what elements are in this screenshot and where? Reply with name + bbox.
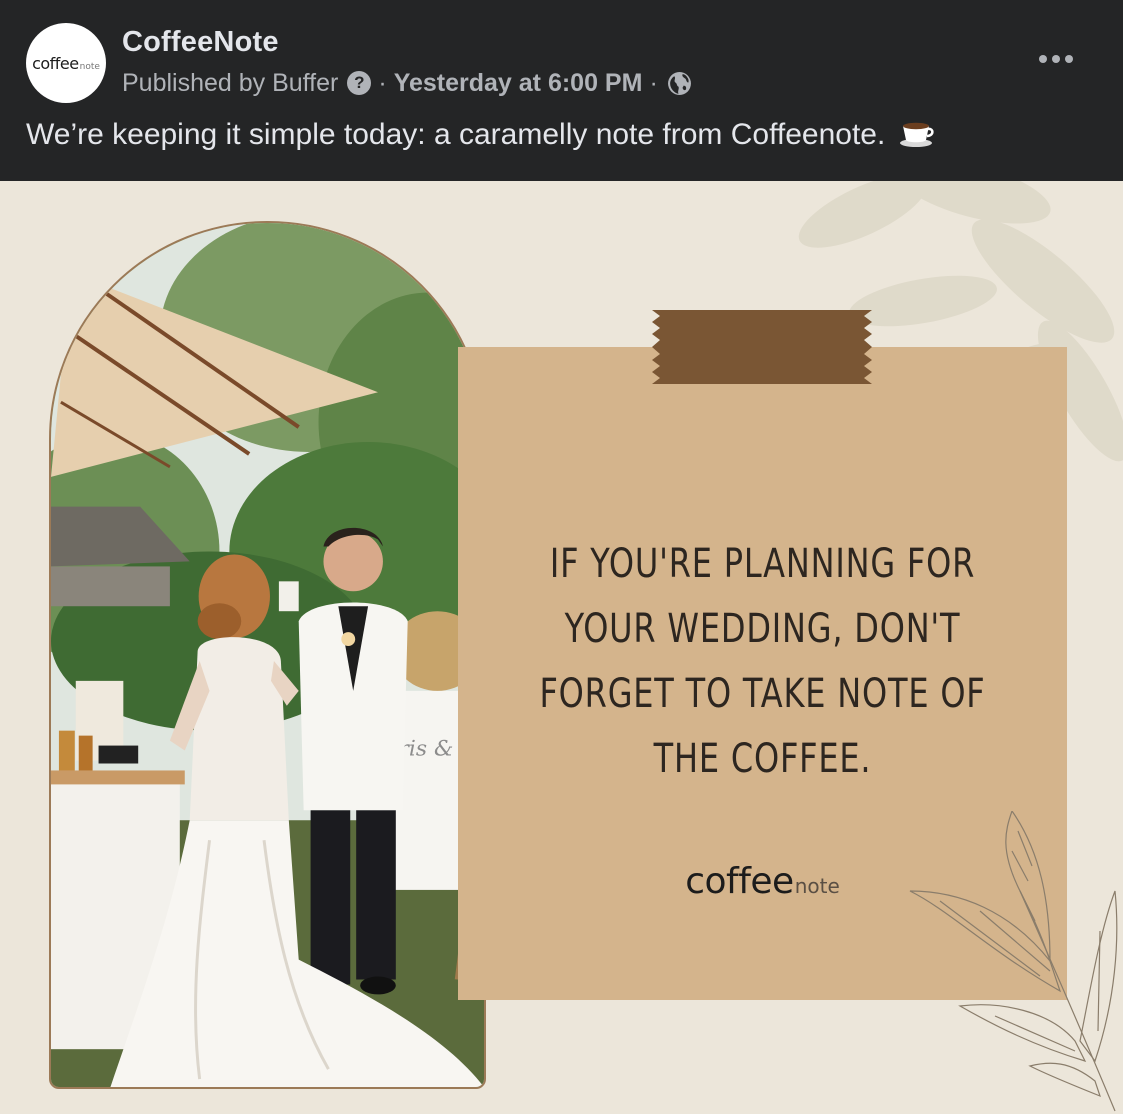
coffee-cup-emoji	[899, 118, 935, 148]
page-avatar[interactable]: coffee note	[26, 23, 106, 103]
note-quote: IF YOU'RE PLANNING FOR YOUR WEDDING, DON…	[539, 541, 986, 782]
tape-strip	[652, 310, 872, 384]
globe-icon[interactable]	[667, 71, 692, 96]
post-caption: We’re keeping it simple today: a caramel…	[26, 118, 935, 152]
page-name[interactable]: CoffeeNote	[122, 26, 279, 59]
logo-sub: note	[794, 874, 840, 898]
avatar-logo-sub: note	[79, 61, 100, 72]
more-options-icon[interactable]	[1036, 46, 1076, 72]
meta-separator: ·	[378, 68, 387, 97]
leaf-line-art	[909, 811, 1118, 1112]
publisher-label: Published by Buffer	[122, 68, 339, 97]
post-timestamp[interactable]: Yesterday at 6:00 PM	[394, 69, 643, 98]
post-image[interactable]: Iris & A IF YOU'RE PLANNING FOR YOUR WED…	[0, 181, 1123, 1114]
logo-main: coffee	[685, 861, 794, 902]
post-header: coffee note CoffeeNote Published by Buffe…	[0, 0, 1123, 181]
caption-text: We’re keeping it simple today: a caramel…	[26, 118, 886, 151]
avatar-logo-main: coffee	[32, 53, 79, 73]
question-circle-icon[interactable]: ?	[347, 71, 372, 95]
wedding-photo: Iris & A	[49, 221, 486, 1089]
meta-separator: ·	[649, 68, 658, 97]
post-meta: Published by Buffer ? · Yesterday at 6:0…	[122, 66, 692, 100]
avatar-logo: coffee note	[32, 54, 100, 73]
